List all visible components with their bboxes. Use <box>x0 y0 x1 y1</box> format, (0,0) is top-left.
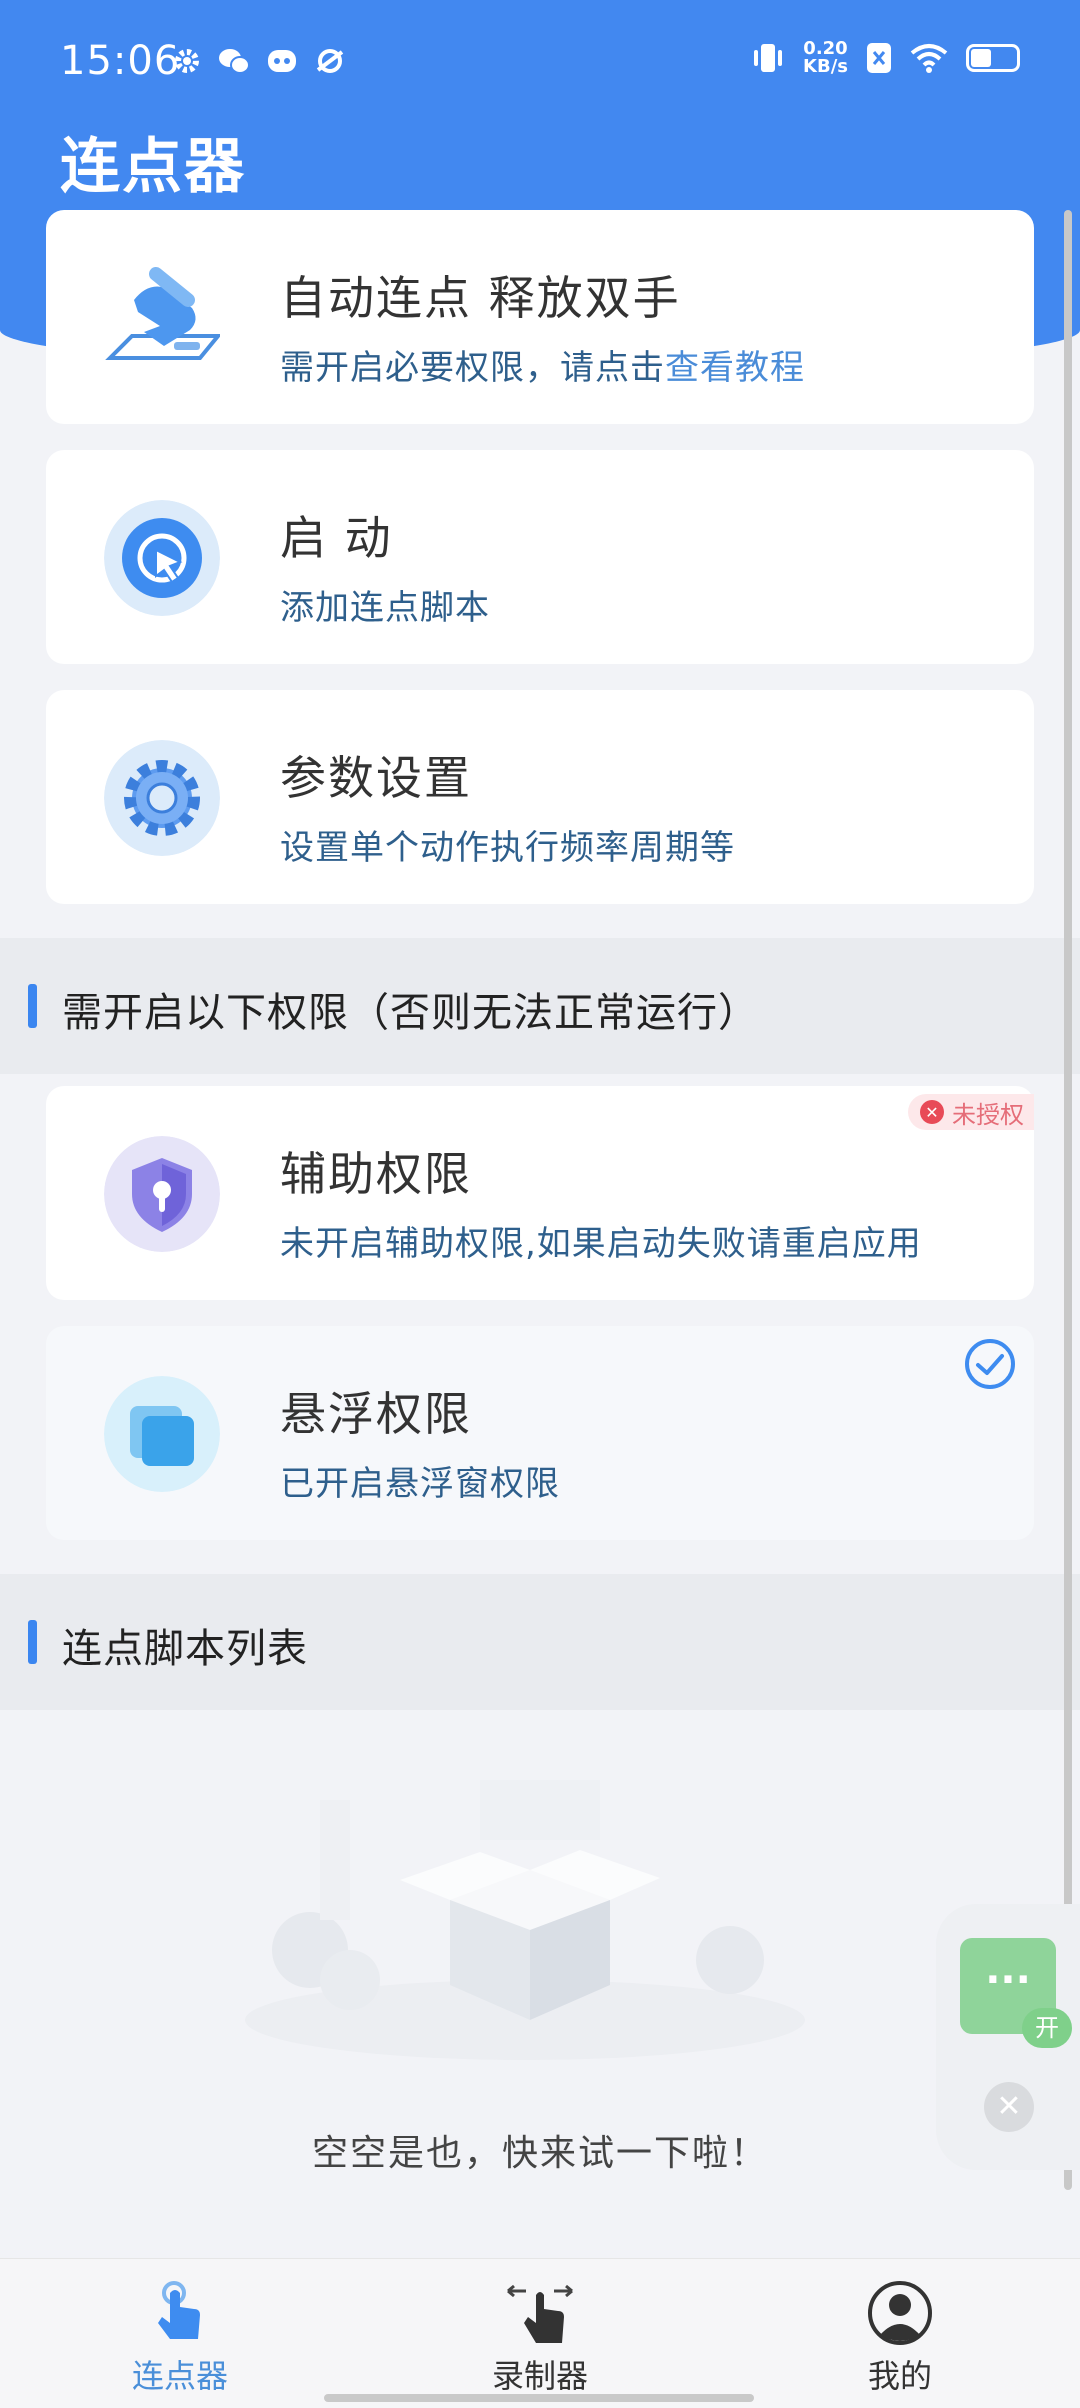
tap-hand-icon <box>105 267 220 360</box>
section-title: 连点脚本列表 <box>62 1626 308 1672</box>
section-accent-bar <box>28 1620 37 1664</box>
card-title: 辅助权限 <box>280 1147 472 1201</box>
permission-accessibility[interactable]: 辅助权限 未开启辅助权限,如果启动失败请重启应用 ✕ 未授权 <box>46 1086 1034 1300</box>
shield-lock-icon <box>104 1136 220 1252</box>
net-speed: 0.20 KB/s <box>803 38 848 77</box>
pointer-click-icon <box>104 500 220 616</box>
script-list-section-header: 连点脚本列表 <box>0 1574 1080 1710</box>
card-title: 启 动 <box>280 511 393 565</box>
settings-gear-icon <box>104 740 220 856</box>
nav-label: 我的 <box>867 2357 932 2395</box>
card-subtitle: 添加连点脚本 <box>280 588 490 628</box>
planet-icon <box>316 49 344 73</box>
error-x-icon: ✕ <box>920 1100 944 1124</box>
nav-label: 录制器 <box>491 2357 588 2395</box>
section-title: 需开启以下权限（否则无法正常运行） <box>62 990 759 1036</box>
battery-icon <box>966 44 1020 72</box>
wifi-icon <box>910 44 948 73</box>
status-right-icons: 0.20 KB/s <box>751 40 1020 76</box>
vibrate-icon <box>754 44 783 72</box>
nav-label: 连点器 <box>131 2357 228 2395</box>
card-auto-click[interactable]: 自动连点 释放双手 需开启必要权限，请点击查看教程 <box>46 210 1034 424</box>
scrollbar[interactable] <box>1064 210 1072 2190</box>
tutorial-link[interactable]: 查看教程 <box>665 348 805 388</box>
card-subtitle: 未开启辅助权限,如果启动失败请重启应用 <box>280 1224 922 1264</box>
home-indicator <box>324 2394 754 2402</box>
status-left-icons <box>172 46 346 76</box>
card-subtitle: 设置单个动作执行频率周期等 <box>280 828 735 868</box>
card-title: 参数设置 <box>280 751 472 805</box>
empty-state-text: 空空是也，快来试一下啦！ <box>311 2133 768 2174</box>
tap-hand-icon <box>158 2281 200 2339</box>
card-subtitle: 需开启必要权限，请点击查看教程 <box>280 348 805 388</box>
card-subtitle: 已开启悬浮窗权限 <box>280 1464 560 1504</box>
status-time: 15:06 <box>60 38 181 84</box>
more-dots-icon: ··· <box>985 1957 1031 2003</box>
record-hand-icon <box>507 2284 573 2343</box>
wechat-icon <box>219 49 250 74</box>
check-circle-icon <box>965 1339 1015 1389</box>
empty-box-illustration <box>245 1780 805 2060</box>
card-settings[interactable]: 参数设置 设置单个动作执行频率周期等 <box>46 690 1034 904</box>
sim-off-icon <box>867 43 891 73</box>
bottom-nav: 连点器 录制器 我的 <box>0 2258 1080 2408</box>
floating-open-toggle[interactable]: 开 <box>1022 2008 1072 2048</box>
close-icon[interactable]: ✕ <box>984 2082 1034 2132</box>
overlay-window-icon <box>104 1376 220 1492</box>
status-bar: 15:06 0.20 KB/s <box>0 0 1080 130</box>
section-accent-bar <box>28 984 37 1028</box>
floating-widget[interactable]: ··· 开 ✕ <box>936 1904 1080 2170</box>
card-start[interactable]: 启 动 添加连点脚本 <box>46 450 1034 664</box>
user-avatar-icon <box>868 2281 932 2345</box>
app-icon <box>268 50 296 72</box>
unauthorized-badge: ✕ 未授权 <box>908 1094 1034 1130</box>
gear-icon <box>175 49 199 73</box>
nav-item-mine[interactable]: 我的 <box>780 2259 1020 2408</box>
app-title: 连点器 <box>60 132 246 202</box>
card-title: 悬浮权限 <box>280 1387 472 1441</box>
card-title: 自动连点 释放双手 <box>280 271 681 325</box>
permissions-section-header: 需开启以下权限（否则无法正常运行） <box>0 938 1080 1074</box>
nav-item-clicker[interactable]: 连点器 <box>60 2259 300 2408</box>
permission-overlay[interactable]: 悬浮权限 已开启悬浮窗权限 <box>46 1326 1034 1540</box>
nav-item-recorder[interactable]: 录制器 <box>420 2259 660 2408</box>
